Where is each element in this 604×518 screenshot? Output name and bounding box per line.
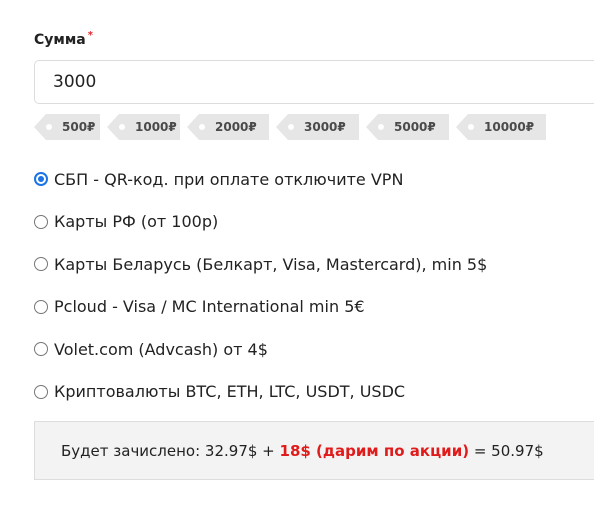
preset-chip-label: 3000₽ — [304, 120, 346, 134]
amount-label: Сумма * — [34, 30, 93, 48]
tag-hole-icon — [199, 124, 205, 130]
summary-total: = 50.97$ — [469, 441, 544, 460]
payment-method-list: СБП - QR-код. при оплате отключите VPN К… — [34, 168, 487, 423]
radio-button[interactable] — [34, 257, 48, 271]
radio-button[interactable] — [34, 299, 48, 314]
preset-chip-1000[interactable]: 1000₽ — [107, 114, 180, 140]
payment-method-label: Pcloud - Visa / MC International min 5€ — [54, 297, 365, 316]
payment-method-sbp[interactable]: СБП - QR-код. при оплате отключите VPN — [34, 168, 487, 190]
tag-hole-icon — [468, 124, 474, 130]
preset-chip-label: 5000₽ — [394, 120, 436, 134]
preset-chip-5000[interactable]: 5000₽ — [366, 114, 449, 140]
preset-chip-label: 500₽ — [62, 120, 96, 134]
tag-hole-icon — [119, 124, 125, 130]
preset-chip-2000[interactable]: 2000₽ — [187, 114, 269, 140]
payment-method-label: Карты Беларусь (Белкарт, Visa, Mastercar… — [54, 254, 488, 274]
credited-summary: Будет зачислено: 32.97$ + 18$ (дарим по … — [34, 421, 594, 480]
radio-button[interactable] — [34, 342, 48, 356]
preset-chip-label: 10000₽ — [484, 120, 535, 134]
payment-method-label: Карты РФ (от 100р) — [54, 212, 219, 231]
payment-method-label: СБП - QR-код. при оплате отключите VPN — [54, 169, 404, 189]
payment-method-cards-rf[interactable]: Карты РФ (от 100р) — [34, 211, 487, 233]
radio-button[interactable] — [34, 214, 48, 229]
preset-chip-500[interactable]: 500₽ — [34, 114, 100, 140]
preset-chip-3000[interactable]: 3000₽ — [276, 114, 359, 140]
payment-method-cards-belarus[interactable]: Карты Беларусь (Белкарт, Visa, Mastercar… — [34, 253, 487, 275]
payment-method-volet[interactable]: Volet.com (Advcash) от 4$ — [34, 338, 487, 360]
preset-amounts: 500₽ 1000₽ 2000₽ 3000₽ 5000₽ 10000₽ — [34, 114, 546, 140]
preset-chip-10000[interactable]: 10000₽ — [456, 114, 546, 140]
summary-prefix: Будет зачислено: 32.97$ + — [61, 441, 280, 460]
tag-hole-icon — [46, 124, 52, 130]
bonus-amount: 18$ (дарим по акции) — [279, 441, 470, 460]
tag-hole-icon — [378, 124, 384, 130]
payment-method-pcloud[interactable]: Pcloud - Visa / MC International min 5€ — [34, 296, 487, 318]
amount-label-text: Сумма — [34, 32, 86, 48]
preset-chip-label: 1000₽ — [135, 120, 177, 134]
tag-hole-icon — [288, 124, 294, 130]
payment-method-crypto[interactable]: Криптовалюты BTC, ETH, LTC, USDT, USDC — [34, 381, 487, 403]
radio-button[interactable] — [34, 384, 48, 399]
amount-input[interactable] — [34, 60, 594, 104]
preset-chip-label: 2000₽ — [215, 120, 257, 134]
payment-method-label: Криптовалюты BTC, ETH, LTC, USDT, USDC — [54, 382, 406, 401]
radio-button-checked[interactable] — [34, 172, 48, 186]
required-asterisk: * — [87, 30, 93, 41]
payment-method-label: Volet.com (Advcash) от 4$ — [54, 339, 268, 359]
